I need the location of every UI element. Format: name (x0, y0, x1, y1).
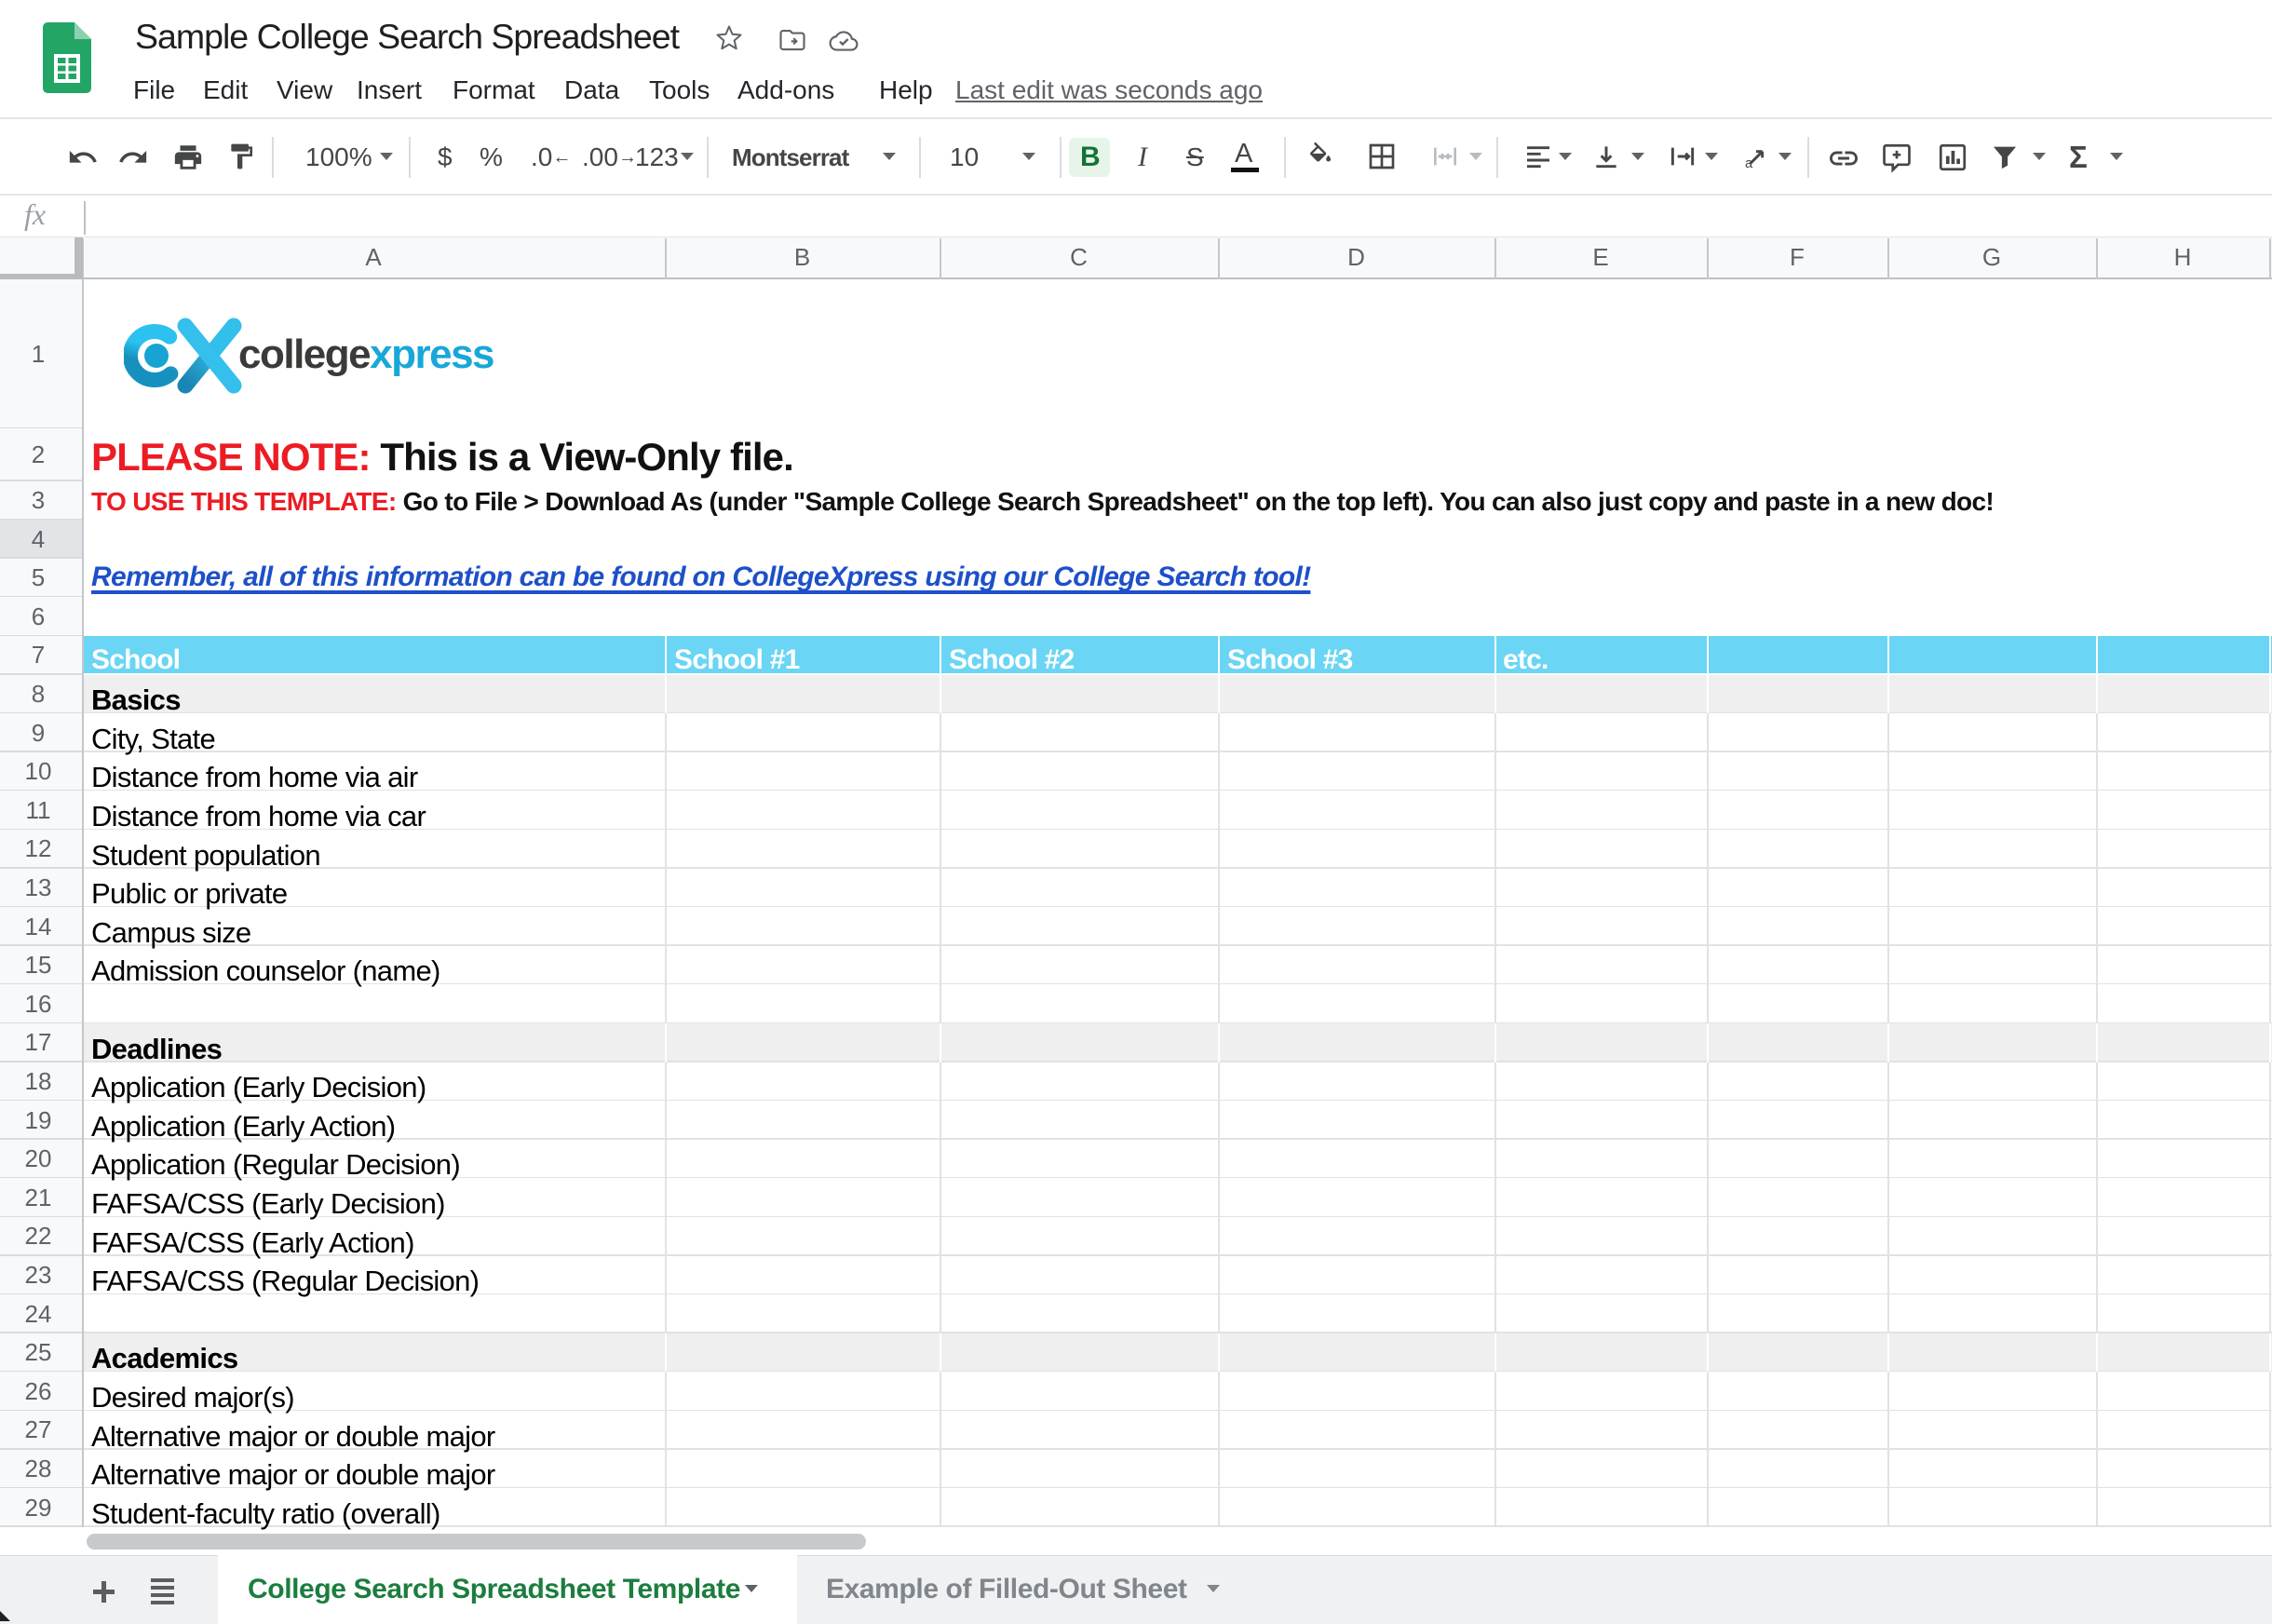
svg-text:a: a (1745, 156, 1753, 171)
svg-text:collegexpress: collegexpress (238, 332, 494, 377)
